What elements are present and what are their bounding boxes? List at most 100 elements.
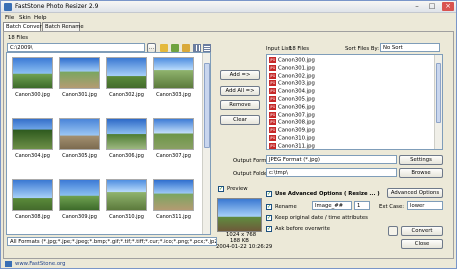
keep-date-label: Keep original date / time attributes [275, 215, 368, 221]
thumbnail-item[interactable]: Canon305.jpg [59, 118, 100, 160]
maximize-button[interactable]: □ [426, 2, 438, 11]
thumbnail-item[interactable]: Canon311.jpg [153, 179, 194, 221]
folder-icon[interactable] [160, 44, 168, 52]
preview-checkbox[interactable]: ✓ [218, 186, 224, 192]
input-list-item[interactable]: JPG Canon309.jpg [269, 127, 315, 135]
favorites-icon[interactable] [182, 44, 190, 52]
thumbnail-scrollbar[interactable] [202, 53, 210, 234]
close-window-button[interactable]: × [442, 2, 454, 11]
input-list-filename: Canon305.jpg [278, 96, 315, 103]
rename-pattern-select[interactable]: Image_## [312, 201, 352, 210]
thumbnail-caption: Canon307.jpg [156, 153, 191, 159]
output-format-select[interactable]: JPEG Format (*.jpg) [266, 155, 397, 164]
input-list-item[interactable]: JPG Canon301.jpg [269, 64, 315, 73]
folder-path-field[interactable]: C:\2009\ [7, 43, 145, 52]
preview-label: Preview [227, 186, 248, 192]
close-button[interactable]: Close [401, 239, 443, 249]
input-list-item[interactable]: JPG Canon311.jpg [269, 142, 315, 150]
thumbnail-item[interactable]: Canon309.jpg [59, 179, 100, 221]
thumbnail-item[interactable]: Canon300.jpg [12, 57, 53, 99]
input-list-filename: Canon300.jpg [278, 57, 315, 64]
thumbnail-image [59, 57, 100, 89]
thumbnail-item[interactable]: Canon302.jpg [106, 57, 147, 99]
remove-button[interactable]: Remove [220, 100, 260, 110]
input-list-item[interactable]: JPG Canon305.jpg [269, 96, 315, 104]
jpg-file-icon: JPG [269, 72, 276, 79]
input-list-item[interactable]: JPG Canon303.jpg [269, 80, 315, 88]
input-list-item[interactable]: JPG Canon310.jpg [269, 135, 315, 143]
status-bar: www.FastStone.org [1, 260, 456, 269]
thumbnail-scroll-thumb[interactable] [204, 63, 210, 148]
thumbnail-caption: Canon301.jpg [62, 92, 97, 98]
thumbnail-item[interactable]: Canon306.jpg [106, 118, 147, 160]
thumbnail-item[interactable]: Canon310.jpg [106, 179, 147, 221]
convert-button[interactable]: Convert [401, 226, 443, 236]
thumbnail-image [59, 118, 100, 150]
list-view-icon[interactable] [203, 44, 211, 52]
use-advanced-checkbox[interactable]: ✓ [266, 191, 272, 197]
thumbnail-view-icon[interactable] [193, 44, 201, 52]
jpg-file-icon: JPG [269, 96, 276, 102]
preview-image [217, 198, 262, 232]
input-list-filename: Canon310.jpg [278, 135, 315, 142]
clear-button[interactable]: Clear [220, 115, 260, 125]
website-link[interactable]: www.FastStone.org [15, 261, 66, 267]
tab-batch-rename[interactable]: Batch Rename [42, 22, 84, 31]
thumbnail-item[interactable]: Canon303.jpg [153, 57, 194, 99]
menu-bar: File Skin Help [1, 14, 456, 22]
input-list-scroll-thumb[interactable] [436, 63, 441, 123]
keep-date-checkbox[interactable]: ✓ [266, 215, 272, 221]
rename-checkbox[interactable]: ✓ [266, 204, 272, 210]
thumbnail-caption: Canon303.jpg [156, 92, 191, 98]
help-icon[interactable] [388, 226, 398, 236]
add-button[interactable]: Add => [220, 70, 260, 80]
thumbnail-item[interactable]: Canon307.jpg [153, 118, 194, 160]
app-icon [4, 3, 12, 11]
thumbnail-caption: Canon311.jpg [156, 214, 191, 220]
input-list-item[interactable]: JPG Canon308.jpg [269, 119, 315, 127]
input-list-filename: Canon306.jpg [278, 104, 315, 111]
input-list-scrollbar[interactable] [434, 55, 442, 149]
sort-select[interactable]: No Sort [380, 43, 440, 52]
add-all-button[interactable]: Add All => [220, 86, 260, 96]
thumbnail-item[interactable]: Canon304.jpg [12, 118, 53, 160]
thumbnail-image [106, 179, 147, 211]
thumbnail-image [106, 118, 147, 150]
minimize-button[interactable]: – [411, 2, 423, 11]
input-list-item[interactable]: JPG Canon307.jpg [269, 111, 315, 120]
input-list-item[interactable]: JPG Canon306.jpg [269, 103, 315, 112]
rename-start-field[interactable]: 1 [354, 201, 370, 210]
jpg-file-icon: JPG [269, 103, 276, 110]
input-list-item[interactable]: JPG Canon304.jpg [269, 88, 315, 96]
thumbnail-image [153, 179, 194, 211]
thumbnail-caption: Canon300.jpg [15, 92, 50, 98]
input-list-filename: Canon311.jpg [278, 143, 315, 150]
menu-file[interactable]: File [5, 15, 14, 21]
output-folder-field[interactable]: c:\tmp\ [266, 168, 397, 177]
input-list-item[interactable]: JPG Canon302.jpg [269, 72, 315, 81]
input-list-filename: Canon303.jpg [278, 80, 315, 87]
thumbnail-item[interactable]: Canon308.jpg [12, 179, 53, 221]
rename-label: Rename [275, 204, 297, 210]
thumbnail-image [12, 118, 53, 150]
thumbnail-item[interactable]: Canon301.jpg [59, 57, 100, 99]
menu-skin[interactable]: Skin [19, 15, 31, 21]
menu-help[interactable]: Help [34, 15, 47, 21]
format-filter-select[interactable]: All Formats (*.jpg;*.jpe;*.jpeg;*.bmp;*.… [7, 237, 217, 246]
input-list-filename: Canon301.jpg [278, 65, 315, 72]
jpg-file-icon: JPG [269, 142, 276, 149]
thumbnail-image [153, 57, 194, 89]
thumbnail-image [12, 57, 53, 89]
ext-case-select[interactable]: lower [407, 201, 443, 210]
input-list-item[interactable]: JPG Canon300.jpg [269, 57, 315, 65]
input-list-filename: Canon307.jpg [278, 112, 315, 119]
advanced-options-button[interactable]: Advanced Options [387, 188, 443, 198]
settings-button[interactable]: Settings [399, 155, 443, 165]
title-bar: FastStone Photo Resizer 2.9 – □ × [1, 1, 456, 13]
thumbnail-caption: Canon304.jpg [15, 153, 50, 159]
thumbnail-image [106, 57, 147, 89]
browse-button[interactable]: Browse [399, 168, 443, 178]
ask-overwrite-checkbox[interactable]: ✓ [266, 226, 272, 232]
jpg-file-icon: JPG [269, 64, 276, 71]
folder-up-icon[interactable] [171, 44, 179, 52]
